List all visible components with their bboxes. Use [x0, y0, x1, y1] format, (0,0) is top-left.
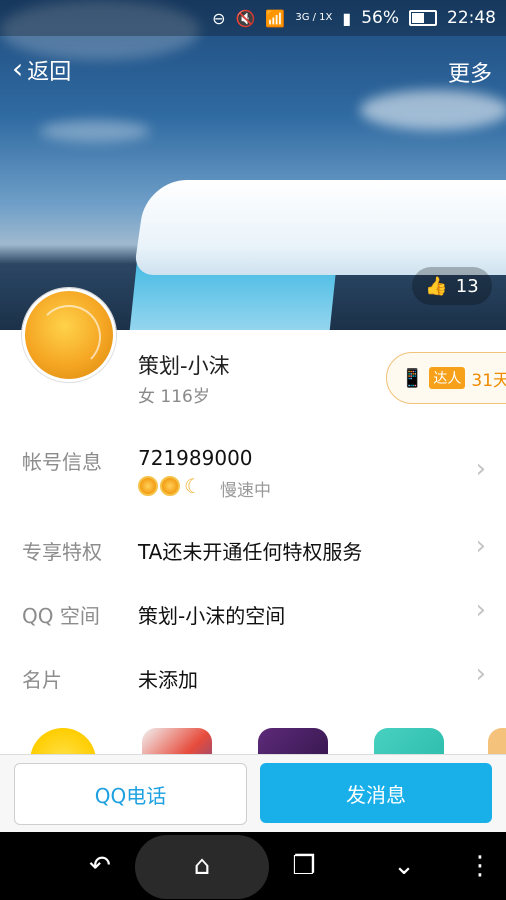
- home-nav-icon[interactable]: ⌂: [178, 850, 226, 882]
- row-label: 专享特权: [22, 540, 102, 564]
- back-button[interactable]: ‹ 返回: [12, 54, 71, 86]
- row-value: 未添加: [138, 668, 198, 692]
- qq-call-button[interactable]: QQ电话: [14, 763, 247, 825]
- action-bar: QQ电话 发消息: [0, 754, 506, 833]
- status-bar: ⊖ 🔇 📶 3G / 1X ▮ 56% 22:48: [0, 0, 506, 36]
- more-button[interactable]: 更多: [448, 56, 492, 88]
- sun-icon: [138, 476, 158, 496]
- row-label: QQ 空间: [22, 604, 100, 628]
- clock: 22:48: [447, 8, 496, 28]
- sim-icon: ▮: [342, 8, 352, 28]
- row-account-info[interactable]: 帐号信息 721989000 ☾ 慢速中 ›: [0, 426, 506, 517]
- back-label: 返回: [27, 60, 72, 85]
- level-icons: ☾: [138, 474, 202, 498]
- profile-name: 策划-小沫: [138, 354, 230, 378]
- row-label: 名片: [22, 668, 62, 692]
- like-count: 13: [455, 275, 479, 297]
- cloud: [40, 120, 150, 142]
- daren-tag: 达人: [429, 367, 466, 389]
- do-not-disturb-icon: ⊖: [212, 8, 226, 28]
- app-icon-4[interactable]: [374, 728, 444, 754]
- recent-apps-icon[interactable]: ❐: [280, 850, 328, 882]
- wifi-icon: 📶: [265, 8, 286, 28]
- daren-badge[interactable]: 📱 达人 31天: [386, 352, 506, 404]
- level-speed: 慢速中: [220, 481, 271, 501]
- row-privileges[interactable]: 专享特权 TA还未开通任何特权服务 ›: [0, 516, 506, 581]
- back-nav-icon[interactable]: ↶: [76, 850, 124, 882]
- row-value: 策划-小沫的空间: [138, 604, 286, 628]
- iceberg-top: [133, 180, 506, 275]
- apps-strip: [0, 708, 506, 754]
- android-nav-bar: ↶ ⌂ ❐ ⌄ ⋮: [0, 832, 506, 900]
- row-value: TA还未开通任何特权服务: [138, 540, 363, 564]
- sun-icon: [160, 476, 180, 496]
- app-icon-3[interactable]: [258, 728, 328, 754]
- app-icon-5[interactable]: [488, 728, 506, 754]
- avatar[interactable]: [22, 288, 116, 382]
- app-icon-1[interactable]: [30, 728, 96, 754]
- row-qzone[interactable]: QQ 空间 策划-小沫的空间 ›: [0, 580, 506, 645]
- back-chevron-icon: ‹: [12, 52, 24, 85]
- chevron-right-icon: ›: [475, 454, 486, 484]
- chevron-right-icon: ›: [475, 531, 486, 561]
- cloud: [360, 90, 506, 130]
- daren-days: 31天: [471, 370, 506, 391]
- battery-icon: [409, 10, 437, 26]
- chevron-right-icon: ›: [475, 659, 486, 689]
- moon-icon: ☾: [184, 474, 202, 498]
- thumbs-up-icon: 👍: [425, 275, 448, 297]
- profile-header: 策划-小沫 女 116岁 📱 达人 31天: [0, 288, 506, 427]
- notification-pulldown-icon[interactable]: ⌄: [380, 850, 428, 882]
- gender-age: 女 116岁: [138, 387, 210, 407]
- winged-phone-icon: 📱: [401, 367, 424, 389]
- network-label: 3G / 1X: [295, 12, 333, 23]
- qq-number: 721989000: [138, 446, 253, 470]
- send-message-button[interactable]: 发消息: [260, 763, 492, 823]
- mute-icon: 🔇: [235, 8, 256, 28]
- row-business-card[interactable]: 名片 未添加 ›: [0, 644, 506, 709]
- like-button[interactable]: 👍 13: [412, 267, 492, 305]
- app-icon-2[interactable]: [142, 728, 212, 754]
- row-label: 帐号信息: [22, 450, 102, 474]
- top-nav: ‹ 返回 更多: [0, 48, 506, 92]
- menu-icon[interactable]: ⋮: [456, 850, 504, 882]
- battery-percent: 56%: [361, 8, 399, 28]
- chevron-right-icon: ›: [475, 595, 486, 625]
